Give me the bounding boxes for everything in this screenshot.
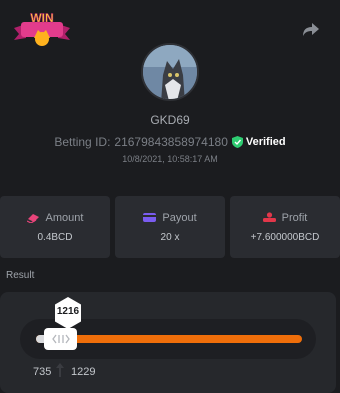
- amount-value: 0.4BCD: [37, 231, 73, 243]
- avatar: [141, 43, 199, 101]
- bet-datetime: 10/8/2021, 10:58:17 AM: [122, 154, 218, 164]
- amount-card: Amount 0.4BCD: [0, 196, 110, 258]
- payout-label: Payout: [162, 211, 197, 224]
- result-right-number: 1229: [71, 366, 96, 378]
- profit-value: +7.600000BCD: [250, 231, 320, 243]
- profit-card: Profit +7.600000BCD: [230, 196, 340, 258]
- betting-id-label: Betting ID:: [54, 135, 111, 149]
- money-icon: [26, 214, 39, 223]
- win-logo: WIN: [14, 11, 70, 46]
- betting-id-value: 21679843858974180: [114, 135, 228, 149]
- result-value: 1216: [56, 306, 80, 317]
- share-icon[interactable]: [302, 22, 320, 38]
- slider-handle[interactable]: [44, 328, 77, 350]
- drag-handle-icon: [51, 334, 70, 344]
- profit-label: Profit: [281, 211, 308, 224]
- payout-value: 20 x: [160, 231, 180, 243]
- betting-id-row: Betting ID: 21679843858974180 Verified: [0, 135, 340, 149]
- amount-label: Amount: [45, 211, 84, 224]
- verified-badge: Verified: [231, 136, 286, 148]
- logo-text: WIN: [30, 11, 53, 25]
- stat-cards: Amount 0.4BCD Payout 20 x Profit +7.6000…: [0, 196, 340, 258]
- payout-card: Payout 20 x: [115, 196, 225, 258]
- result-label: Result: [6, 270, 35, 281]
- pointer-arrow-icon: [56, 363, 64, 377]
- shield-check-icon: [231, 136, 243, 148]
- verified-label: Verified: [245, 136, 286, 148]
- wallet-icon: [143, 213, 157, 222]
- result-left-number: 735: [33, 366, 52, 378]
- profit-icon: [262, 212, 276, 222]
- username: GKD69: [150, 113, 190, 127]
